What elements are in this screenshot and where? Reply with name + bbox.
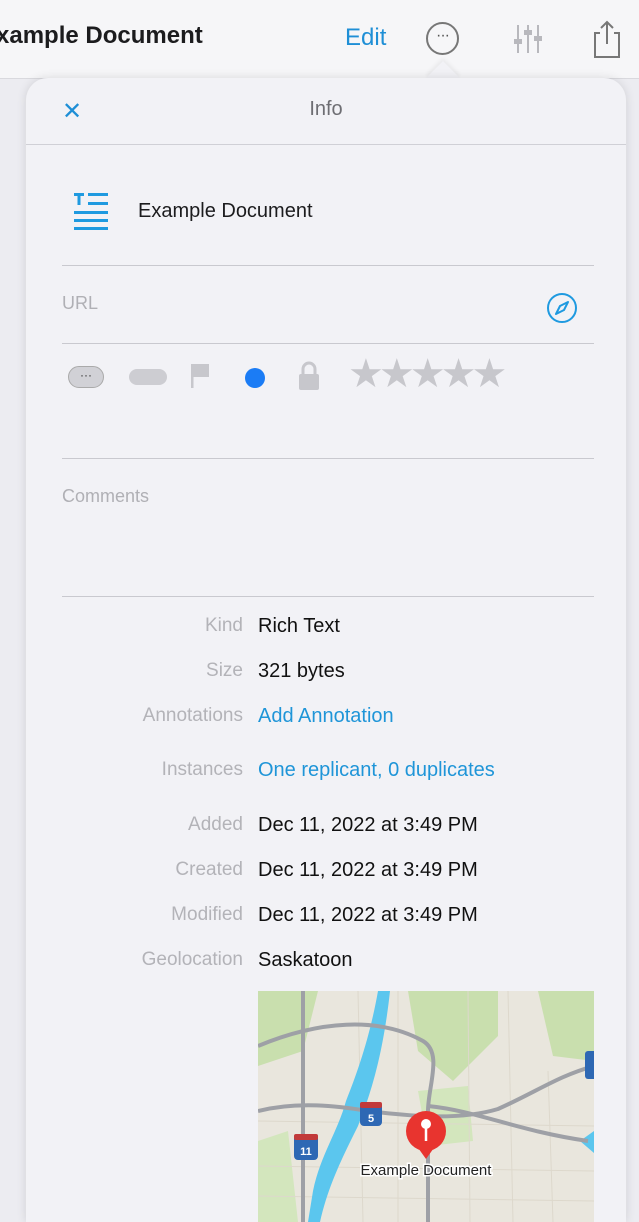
instances-label: Instances bbox=[161, 759, 243, 780]
created-label: Created bbox=[175, 859, 243, 880]
navigation-bar: xample Document Edit ··· bbox=[0, 0, 639, 79]
divider bbox=[62, 265, 594, 266]
map-graphic: 5 11 Example Document bbox=[258, 991, 594, 1222]
divider bbox=[62, 596, 594, 597]
divider bbox=[62, 458, 594, 459]
created-value: Dec 11, 2022 at 3:49 PM bbox=[258, 859, 478, 881]
info-popover: ✕ Info Example Document URL ··· ★★★★★ Co… bbox=[26, 78, 626, 1222]
instances-link[interactable]: One replicant, 0 duplicates bbox=[258, 759, 495, 782]
kind-row: Kind Rich Text bbox=[26, 615, 626, 645]
flag-icon[interactable] bbox=[189, 362, 213, 390]
geolocation-value: Saskatoon bbox=[258, 949, 353, 971]
tags-icon[interactable]: ··· bbox=[68, 366, 104, 388]
document-name: Example Document bbox=[138, 200, 313, 222]
share-icon[interactable] bbox=[590, 19, 624, 59]
modified-row: Modified Dec 11, 2022 at 3:49 PM bbox=[26, 904, 626, 934]
compass-icon[interactable] bbox=[545, 291, 579, 325]
size-row: Size 321 bytes bbox=[26, 660, 626, 690]
info-title: Info bbox=[309, 98, 343, 120]
location-map[interactable]: 5 11 Example Document bbox=[258, 991, 594, 1222]
add-annotation-link[interactable]: Add Annotation bbox=[258, 705, 394, 728]
properties-row: ··· ★★★★★ bbox=[26, 352, 626, 400]
highway-11-shield-icon: 11 bbox=[294, 1134, 318, 1160]
highway-shield-icon bbox=[585, 1051, 594, 1079]
comments-field[interactable]: Comments bbox=[62, 486, 149, 507]
sliders-icon[interactable] bbox=[511, 22, 545, 56]
geolocation-row: Geolocation Saskatoon bbox=[26, 949, 626, 979]
instances-row: Instances One replicant, 0 duplicates bbox=[26, 759, 626, 789]
label-color-icon[interactable] bbox=[245, 368, 265, 388]
size-label: Size bbox=[206, 660, 243, 681]
added-label: Added bbox=[188, 814, 243, 835]
divider bbox=[62, 343, 594, 344]
added-value: Dec 11, 2022 at 3:49 PM bbox=[258, 814, 478, 836]
document-title: xample Document bbox=[0, 22, 203, 49]
annotations-label: Annotations bbox=[142, 705, 243, 726]
info-header: ✕ Info bbox=[26, 78, 626, 145]
shield-label: 11 bbox=[300, 1146, 312, 1158]
lock-icon[interactable] bbox=[296, 360, 322, 392]
highway-5-shield-icon: 5 bbox=[360, 1102, 382, 1126]
pin-label: Example Document bbox=[361, 1162, 493, 1179]
added-row: Added Dec 11, 2022 at 3:49 PM bbox=[26, 814, 626, 844]
rich-text-document-icon bbox=[74, 193, 108, 230]
shield-label: 5 bbox=[368, 1113, 374, 1125]
unread-toggle-icon[interactable] bbox=[129, 369, 167, 385]
star-rating[interactable]: ★★★★★ bbox=[348, 354, 507, 394]
geolocation-label: Geolocation bbox=[141, 949, 243, 970]
kind-label: Kind bbox=[204, 615, 243, 636]
url-field[interactable]: URL bbox=[62, 293, 98, 314]
modified-label: Modified bbox=[171, 904, 243, 925]
created-row: Created Dec 11, 2022 at 3:49 PM bbox=[26, 859, 626, 889]
more-options-icon[interactable]: ··· bbox=[426, 22, 459, 55]
kind-value: Rich Text bbox=[258, 615, 340, 637]
annotations-row: Annotations Add Annotation bbox=[26, 705, 626, 735]
edit-button[interactable]: Edit bbox=[345, 24, 386, 52]
size-value: 321 bytes bbox=[258, 660, 345, 682]
modified-value: Dec 11, 2022 at 3:49 PM bbox=[258, 904, 478, 926]
